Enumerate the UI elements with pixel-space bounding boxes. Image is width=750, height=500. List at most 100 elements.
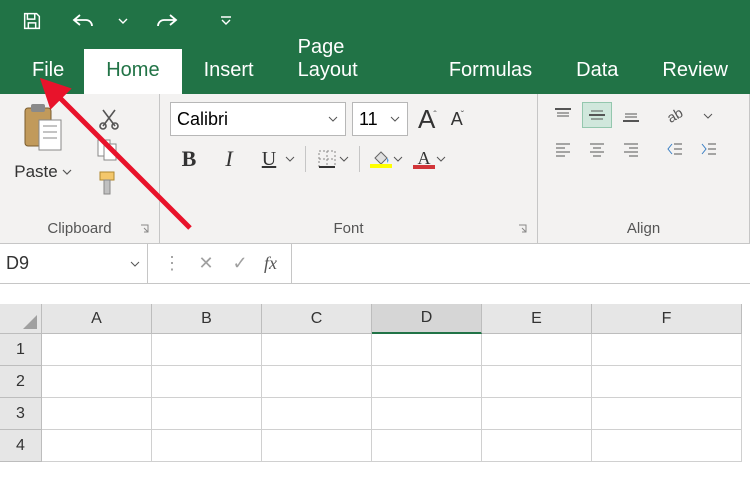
- cell-C3[interactable]: [262, 398, 372, 430]
- align-bottom-button[interactable]: [616, 102, 646, 128]
- cell-E2[interactable]: [482, 366, 592, 398]
- cell-E4[interactable]: [482, 430, 592, 462]
- cell-B4[interactable]: [152, 430, 262, 462]
- orientation-ab: ab: [664, 104, 685, 126]
- column-header-D[interactable]: D: [372, 304, 482, 334]
- cell-E1[interactable]: [482, 334, 592, 366]
- save-icon[interactable]: [18, 7, 46, 35]
- cell-A3[interactable]: [42, 398, 152, 430]
- paste-icon[interactable]: [19, 102, 67, 158]
- cell-F3[interactable]: [592, 398, 742, 430]
- orientation-button[interactable]: ab: [660, 102, 690, 128]
- cancel-icon[interactable]: ✕: [196, 253, 216, 274]
- font-size-value: 11: [359, 109, 378, 130]
- ribbon-tabs: File Home Insert Page Layout Formulas Da…: [0, 42, 750, 94]
- paste-label: Paste: [14, 162, 57, 182]
- grow-font-button[interactable]: Aˆ: [414, 104, 441, 135]
- cell-D4[interactable]: [372, 430, 482, 462]
- cell-E3[interactable]: [482, 398, 592, 430]
- column-header-B[interactable]: B: [152, 304, 262, 334]
- cell-C4[interactable]: [262, 430, 372, 462]
- underline-button[interactable]: U: [254, 144, 295, 174]
- group-font: Calibri 11 Aˆ Aˇ B I U: [160, 94, 538, 243]
- cell-C1[interactable]: [262, 334, 372, 366]
- column-header-F[interactable]: F: [592, 304, 742, 334]
- chevron-down-icon: [129, 258, 141, 270]
- format-painter-icon[interactable]: [90, 168, 128, 196]
- fill-color-button[interactable]: [370, 150, 403, 168]
- chevron-down-icon: [285, 154, 295, 164]
- row-header-1[interactable]: 1: [0, 334, 42, 366]
- cell-F1[interactable]: [592, 334, 742, 366]
- tab-insert[interactable]: Insert: [182, 49, 276, 94]
- cell-A4[interactable]: [42, 430, 152, 462]
- row-header-2[interactable]: 2: [0, 366, 42, 398]
- row-header-3[interactable]: 3: [0, 398, 42, 430]
- clipboard-launcher-icon[interactable]: [139, 223, 153, 237]
- cell-F4[interactable]: [592, 430, 742, 462]
- borders-button[interactable]: [316, 148, 349, 170]
- tab-data[interactable]: Data: [554, 49, 640, 94]
- cell-C2[interactable]: [262, 366, 372, 398]
- group-label-font: Font: [160, 216, 537, 243]
- tab-page-layout[interactable]: Page Layout: [276, 26, 427, 94]
- tab-file[interactable]: File: [10, 49, 84, 94]
- chevron-down-icon: [339, 154, 349, 164]
- select-all-corner[interactable]: [0, 304, 42, 334]
- redo-icon[interactable]: [152, 7, 180, 35]
- bold-button[interactable]: B: [174, 144, 204, 174]
- column-header-C[interactable]: C: [262, 304, 372, 334]
- italic-button[interactable]: I: [214, 144, 244, 174]
- name-box[interactable]: D9: [0, 244, 148, 283]
- column-header-A[interactable]: A: [42, 304, 152, 334]
- decrease-indent-button[interactable]: [660, 136, 690, 162]
- group-clipboard: Paste Clipboard: [0, 94, 160, 243]
- align-middle-button[interactable]: [582, 102, 612, 128]
- cell-B3[interactable]: [152, 398, 262, 430]
- cell-A1[interactable]: [42, 334, 152, 366]
- orientation-dropdown[interactable]: [694, 102, 722, 130]
- font-name-combo[interactable]: Calibri: [170, 102, 346, 136]
- column-header-E[interactable]: E: [482, 304, 592, 334]
- fx-icon[interactable]: fx: [264, 253, 277, 274]
- borders-icon: [316, 148, 338, 170]
- row-header-4[interactable]: 4: [0, 430, 42, 462]
- cell-D3[interactable]: [372, 398, 482, 430]
- cell-D2[interactable]: [372, 366, 482, 398]
- undo-dropdown-icon[interactable]: [118, 16, 128, 26]
- undo-icon[interactable]: [70, 7, 98, 35]
- tab-formulas[interactable]: Formulas: [427, 49, 554, 94]
- formula-input[interactable]: [292, 244, 750, 283]
- align-right-button[interactable]: [616, 136, 646, 162]
- ribbon: Paste Clipboard: [0, 94, 750, 244]
- formula-bar: D9 ⋮ ✕ ✓ fx: [0, 244, 750, 284]
- cell-B1[interactable]: [152, 334, 262, 366]
- shrink-font-button[interactable]: Aˇ: [447, 109, 468, 130]
- menu-dots-icon[interactable]: ⋮: [162, 253, 182, 274]
- paste-button[interactable]: Paste: [14, 162, 71, 182]
- align-left-button[interactable]: [548, 136, 578, 162]
- font-color-button[interactable]: A: [413, 149, 446, 169]
- cell-A2[interactable]: [42, 366, 152, 398]
- chevron-down-icon: [327, 113, 339, 125]
- cell-F2[interactable]: [592, 366, 742, 398]
- tab-review[interactable]: Review: [640, 49, 750, 94]
- chevron-down-icon: [393, 154, 403, 164]
- chevron-down-icon: [436, 154, 446, 164]
- tab-home[interactable]: Home: [84, 49, 181, 94]
- align-top-button[interactable]: [548, 102, 578, 128]
- enter-icon[interactable]: ✓: [230, 253, 250, 274]
- group-label-alignment: Align: [538, 216, 749, 243]
- group-label-clipboard: Clipboard: [0, 216, 159, 243]
- font-launcher-icon[interactable]: [517, 223, 531, 237]
- increase-indent-button[interactable]: [694, 136, 724, 162]
- align-center-button[interactable]: [582, 136, 612, 162]
- cut-icon[interactable]: [90, 104, 128, 132]
- copy-icon[interactable]: [90, 136, 128, 164]
- font-size-combo[interactable]: 11: [352, 102, 408, 136]
- cell-D1[interactable]: [372, 334, 482, 366]
- customize-qat-icon[interactable]: [212, 7, 240, 35]
- cell-B2[interactable]: [152, 366, 262, 398]
- name-box-value: D9: [6, 253, 29, 274]
- spreadsheet-grid: ABCDEF 1234: [0, 304, 750, 462]
